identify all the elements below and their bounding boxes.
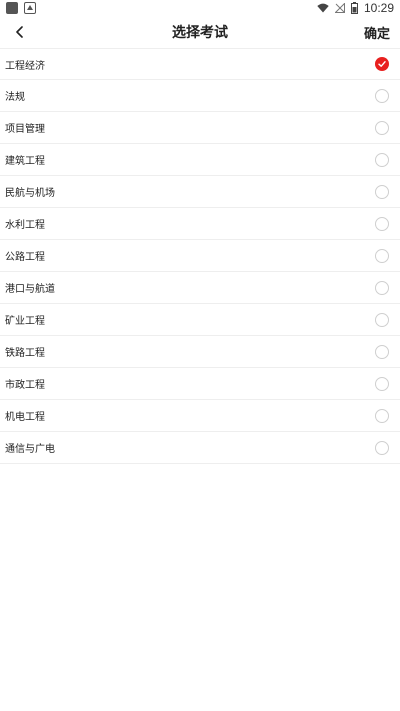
exam-option[interactable]: 法规 [0,80,400,112]
exam-option-label: 工程经济 [5,60,45,72]
no-signal-icon [334,3,345,13]
exam-option-label: 机电工程 [5,412,45,423]
radio-unchecked[interactable] [375,280,389,295]
exam-option-label: 市政工程 [5,380,45,391]
exam-option[interactable]: 港口与航道 [0,272,400,304]
header: 选择考试 确定 [0,16,400,48]
exam-option[interactable]: 机电工程 [0,400,400,432]
page-title: 选择考试 [172,25,228,41]
back-button[interactable] [10,22,30,42]
radio-checked[interactable] [375,57,389,71]
exam-option[interactable]: 建筑工程 [0,144,400,176]
exam-list: 工程经济法规项目管理建筑工程民航与机场水利工程公路工程港口与航道矿业工程铁路工程… [0,48,400,464]
exam-option[interactable]: 项目管理 [0,112,400,144]
check-icon [378,61,386,67]
exam-option[interactable]: 市政工程 [0,368,400,400]
wifi-icon [317,3,329,13]
exam-option-label: 矿业工程 [5,316,45,327]
radio-unchecked[interactable] [375,248,389,263]
exam-option[interactable]: 通信与广电 [0,432,400,464]
exam-option[interactable]: 工程经济 [0,48,400,80]
exam-option-label: 通信与广电 [5,444,55,455]
exam-option-label: 铁路工程 [5,348,45,359]
exam-option[interactable]: 民航与机场 [0,176,400,208]
radio-unchecked[interactable] [375,152,389,167]
radio-unchecked[interactable] [375,312,389,327]
exam-option-label: 建筑工程 [5,156,45,167]
app-notification-icon [6,2,18,14]
radio-unchecked[interactable] [375,120,389,135]
exam-option[interactable]: 铁路工程 [0,336,400,368]
radio-unchecked[interactable] [375,216,389,231]
status-bar: 10:29 [0,0,400,16]
exam-option[interactable]: 公路工程 [0,240,400,272]
status-left [6,2,36,14]
exam-option-label: 法规 [5,92,25,103]
image-notification-icon [24,2,36,14]
radio-unchecked[interactable] [375,344,389,359]
exam-option-label: 民航与机场 [5,188,55,199]
exam-option-label: 港口与航道 [5,284,55,295]
battery-icon [350,2,358,14]
exam-option[interactable]: 矿业工程 [0,304,400,336]
radio-unchecked[interactable] [375,88,389,103]
chevron-left-icon [16,26,23,38]
exam-option[interactable]: 水利工程 [0,208,400,240]
exam-option-label: 项目管理 [5,124,45,135]
radio-unchecked[interactable] [375,184,389,199]
status-time: 10:29 [363,1,394,15]
radio-unchecked[interactable] [375,408,389,423]
exam-option-label: 水利工程 [5,220,45,231]
exam-option-label: 公路工程 [5,252,45,263]
radio-unchecked[interactable] [375,440,389,455]
status-right: 10:29 [317,1,394,15]
radio-unchecked[interactable] [375,376,389,391]
confirm-button[interactable]: 确定 [364,23,390,42]
